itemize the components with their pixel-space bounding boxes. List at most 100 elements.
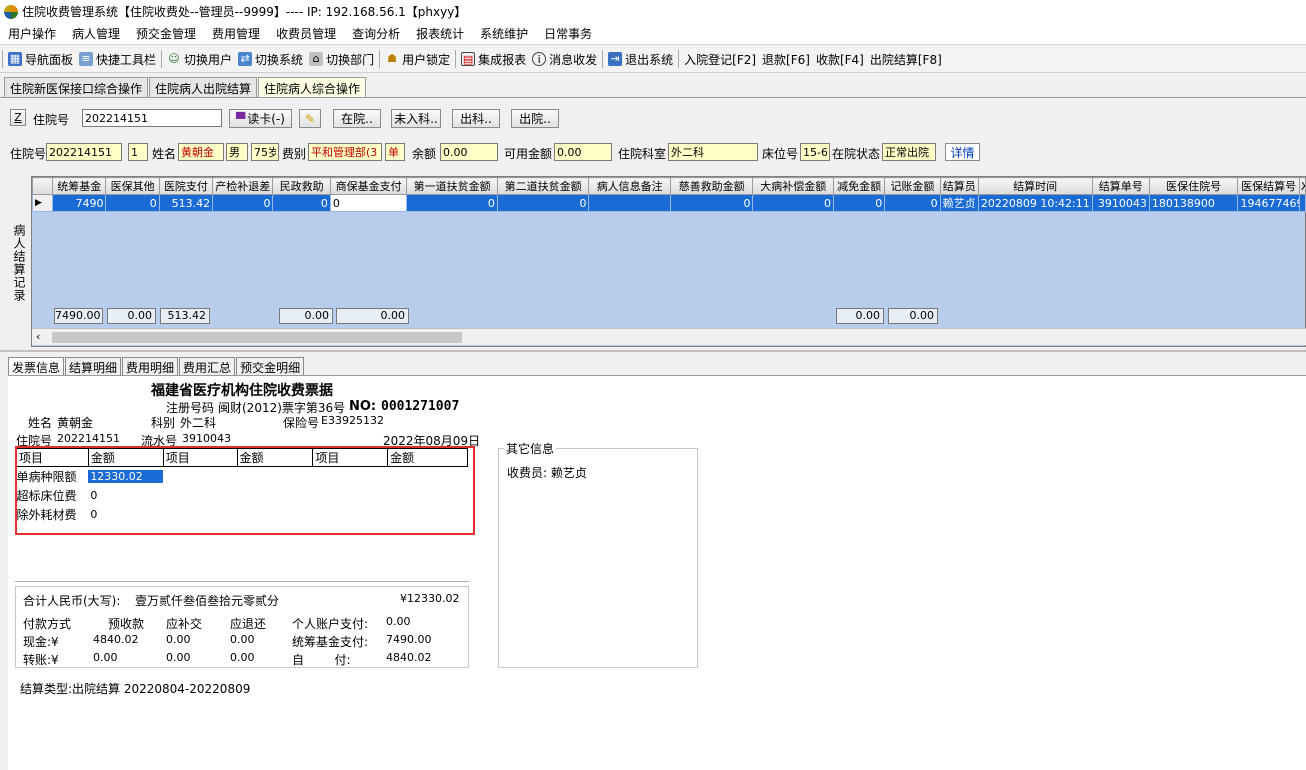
patient-name-field[interactable]: [178, 143, 224, 161]
dept-label: 住院科室: [618, 147, 667, 161]
menu-patient[interactable]: 病人管理: [64, 25, 128, 42]
table-cell[interactable]: 3910043: [1091, 194, 1150, 212]
table-cell[interactable]: [1298, 194, 1306, 212]
refund-header: 应退还: [230, 617, 267, 631]
refund-button[interactable]: 退款[F6]: [759, 48, 813, 70]
integrated-report-button[interactable]: ▤ 集成报表: [458, 48, 529, 70]
column-header[interactable]: 病人信息备注: [588, 177, 671, 195]
quick-toolbar-button[interactable]: ≡ 快捷工具栏: [76, 48, 159, 70]
column-header[interactable]: 第一道扶贫金额: [406, 177, 498, 195]
prepaid-header: 预收款: [108, 617, 145, 631]
status-field[interactable]: [882, 143, 936, 161]
table-cell[interactable]: 20220809 10:42:11: [977, 194, 1093, 212]
read-card-button[interactable]: ▀ 读卡(-): [229, 109, 292, 128]
column-header[interactable]: 结算单号: [1091, 177, 1150, 195]
tab-discharge-settlement[interactable]: 住院病人出院结算: [149, 77, 258, 97]
menu-query[interactable]: 查询分析: [344, 25, 408, 42]
tab-patient-ops[interactable]: 住院病人综合操作: [258, 77, 367, 98]
menu-cashier[interactable]: 收费员管理: [268, 25, 344, 42]
app-logo-icon: [4, 4, 18, 19]
out-dept-button[interactable]: 出科..: [452, 109, 500, 128]
admission-times-field[interactable]: [128, 143, 148, 161]
not-in-dept-button[interactable]: 未入科..: [391, 109, 441, 128]
search-id-input[interactable]: [82, 109, 222, 127]
menu-system[interactable]: 系统维护: [472, 25, 536, 42]
table-cell[interactable]: [588, 194, 671, 212]
total-account: 0.00: [888, 308, 938, 324]
collect-button[interactable]: 收款[F4]: [813, 48, 867, 70]
table-cell[interactable]: 0: [669, 194, 754, 212]
clear-button[interactable]: ✎: [299, 109, 321, 128]
fee-type-field[interactable]: [308, 143, 382, 161]
table-cell[interactable]: 赖艺贞: [939, 194, 979, 212]
table-cell[interactable]: 0: [496, 194, 590, 212]
column-header[interactable]: 产检补退差: [212, 177, 274, 195]
table-cell[interactable]: 0: [752, 194, 834, 212]
column-header[interactable]: 医保结算号: [1237, 177, 1300, 195]
table-cell[interactable]: 513.42: [158, 194, 214, 212]
switch-user-button[interactable]: ☺ 切换用户: [164, 48, 235, 70]
menu-deposit[interactable]: 预交金管理: [128, 25, 204, 42]
switch-icon: ⇄: [238, 52, 253, 66]
menu-report[interactable]: 报表统计: [408, 25, 472, 42]
exit-system-button[interactable]: ⇥ 退出系统: [605, 48, 676, 70]
switch-dept-button[interactable]: ⌂ 切换部门: [306, 48, 377, 70]
column-header[interactable]: 结算员: [939, 177, 979, 195]
column-header[interactable]: 商保基金支付: [329, 177, 408, 195]
tab-new-insurance[interactable]: 住院新医保接口综合操作: [4, 77, 149, 97]
in-hospital-button[interactable]: 在院..: [333, 109, 381, 128]
table-cell[interactable]: 0: [105, 194, 160, 212]
table-cell[interactable]: 7490: [52, 194, 107, 212]
user-lock-button[interactable]: ☗ 用户锁定: [382, 48, 453, 70]
column-header[interactable]: 结算时间: [977, 177, 1093, 195]
fund-value: 7490.00: [386, 633, 432, 646]
age-field[interactable]: [251, 143, 279, 161]
table-cell[interactable]: 194677469: [1237, 194, 1300, 212]
table-cell[interactable]: 0: [832, 194, 886, 212]
table-cell[interactable]: 0: [884, 194, 941, 212]
toolbar-separator: [161, 50, 163, 68]
splitter[interactable]: [0, 350, 1306, 352]
column-header[interactable]: 医院支付: [158, 177, 214, 195]
dept-field[interactable]: [668, 143, 758, 161]
table-cell[interactable]: 180138900: [1148, 194, 1239, 212]
patient-id-field[interactable]: [46, 143, 122, 161]
total-reduction: 0.00: [836, 308, 884, 324]
table-cell[interactable]: 0: [272, 194, 331, 212]
nav-panel-button[interactable]: ▦ 导航面板: [5, 48, 76, 70]
detail-button[interactable]: 详情: [945, 143, 980, 161]
receipt-dept: 外二科: [180, 416, 217, 430]
report-icon: ▤: [461, 52, 476, 66]
column-header[interactable]: 记账金额: [884, 177, 941, 195]
message-button[interactable]: i 消息收发: [529, 48, 600, 70]
column-header[interactable]: 大病补偿金额: [752, 177, 834, 195]
scroll-thumb[interactable]: [52, 332, 462, 343]
available-field[interactable]: [554, 143, 612, 161]
column-header[interactable]: 医保其他: [105, 177, 160, 195]
menu-daily[interactable]: 日常事务: [536, 25, 600, 42]
admission-button[interactable]: 入院登记[F2]: [681, 48, 759, 70]
table-cell[interactable]: 0: [406, 194, 498, 212]
table-row[interactable]: ▶ 7490 0 513.42 0 0 0 0 0 0 0 0 0 赖艺贞 20…: [31, 194, 1306, 212]
table-cell[interactable]: 0: [212, 194, 274, 212]
column-header[interactable]: 减免金额: [832, 177, 886, 195]
table-cell-editing[interactable]: 0: [329, 194, 408, 212]
sex-field[interactable]: [226, 143, 248, 161]
menu-fees[interactable]: 费用管理: [204, 25, 268, 42]
switch-system-button[interactable]: ⇄ 切换系统: [235, 48, 306, 70]
column-header[interactable]: X: [1298, 177, 1306, 195]
column-header[interactable]: 统筹基金: [52, 177, 107, 195]
discharged-button[interactable]: 出院..: [511, 109, 559, 128]
bed-field[interactable]: [800, 143, 830, 161]
column-header[interactable]: 医保住院号: [1148, 177, 1239, 195]
z-button[interactable]: Z: [10, 109, 26, 126]
menu-user-ops[interactable]: 用户操作: [0, 25, 64, 42]
column-header[interactable]: 第二道扶贫金额: [496, 177, 590, 195]
discharge-settlement-button[interactable]: 出院结算[F8]: [867, 48, 945, 70]
column-header[interactable]: 慈善救助金额: [669, 177, 754, 195]
single-disease-field[interactable]: [385, 143, 405, 161]
horizontal-scrollbar[interactable]: ‹: [32, 328, 1306, 345]
balance-field[interactable]: [440, 143, 498, 161]
column-header[interactable]: 民政救助: [272, 177, 331, 195]
scroll-left-icon[interactable]: ‹: [36, 330, 40, 343]
